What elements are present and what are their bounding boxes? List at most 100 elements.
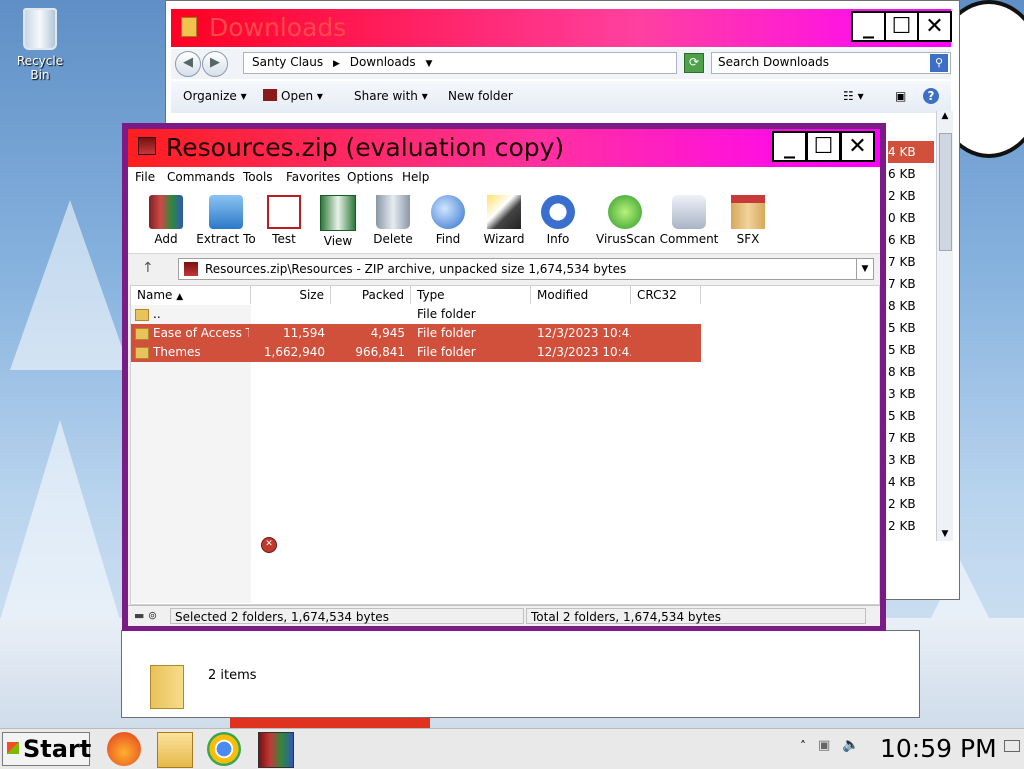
table-row[interactable]: Themes 1,662,940 966,841 File folder 12/… (131, 343, 701, 362)
network-icon[interactable]: ▣ (818, 738, 830, 753)
windows-logo-icon (7, 742, 19, 754)
packed-size: 4,945 (370, 326, 405, 340)
close-button[interactable]: ✕ (840, 131, 875, 162)
winrar-taskbar-icon[interactable] (258, 732, 294, 768)
address-bar[interactable]: Santy Claus ▶ Downloads ▼ (243, 52, 677, 74)
info-button[interactable]: Info (528, 195, 588, 246)
column-header-crc32[interactable]: CRC32 (631, 286, 701, 304)
test-button[interactable]: Test (254, 195, 314, 246)
modified-date: 12/3/2023 10:4... (537, 326, 631, 340)
file-size: 11,594 (283, 326, 325, 340)
sfx-button[interactable]: SFX (718, 195, 778, 246)
trash-icon (376, 195, 410, 229)
file-size: 6 KB (888, 167, 916, 181)
file-size: 6 KB (888, 233, 916, 247)
archive-path-field[interactable]: Resources.zip\Resources - ZIP archive, u… (178, 258, 874, 280)
maximize-button[interactable]: ☐ (884, 11, 919, 42)
explorer-details-pane: 2 items (121, 630, 920, 718)
share-with-menu[interactable]: Share with ▾ (354, 89, 428, 103)
menu-options[interactable]: Options (347, 170, 393, 184)
winrar-title-bar[interactable]: Resources.zip (evaluation copy) _ ☐ ✕ (128, 129, 880, 167)
winrar-menu-bar: File Commands Tools Favorites Options He… (128, 167, 880, 189)
table-row[interactable]: .. File folder (131, 305, 701, 324)
folder-icon (135, 328, 149, 340)
chevron-down-icon[interactable]: ▼ (425, 59, 432, 69)
delete-button[interactable]: Delete (363, 195, 423, 246)
find-button[interactable]: Find (418, 195, 478, 246)
file-type: File folder (417, 326, 476, 340)
column-header-packed[interactable]: Packed (331, 286, 411, 304)
maximize-button[interactable]: ☐ (806, 131, 841, 162)
file-size-column: 4 KB 6 KB 2 KB 0 KB 6 KB 7 KB 7 KB 8 KB … (888, 141, 934, 537)
file-size: 7 KB (888, 255, 916, 269)
file-size: 0 KB (888, 211, 916, 225)
view-button[interactable]: View (308, 195, 368, 248)
file-size: 2 KB (888, 519, 916, 533)
magic-wand-icon (487, 195, 521, 229)
book-icon (320, 195, 356, 231)
organize-menu[interactable]: Organize ▾ (183, 89, 247, 103)
comment-icon (672, 195, 706, 229)
virusscan-button[interactable]: VirusScan (596, 195, 655, 246)
breadcrumb-item[interactable]: Downloads (350, 55, 416, 69)
preview-pane-icon[interactable]: ▣ (895, 89, 906, 103)
firefox-icon[interactable] (107, 732, 141, 766)
explorer-title-bar[interactable]: Downloads _ ☐ ✕ (171, 9, 952, 47)
menu-tools[interactable]: Tools (243, 170, 273, 184)
system-clock[interactable]: 10:59 PM (880, 734, 997, 763)
close-circle-icon[interactable]: ✕ (261, 537, 277, 553)
archive-path: Resources.zip\Resources - ZIP archive, u… (205, 262, 627, 276)
file-name: Themes (153, 345, 201, 359)
explorer-address-row: ◀ ▶ Santy Claus ▶ Downloads ▼ ⟳ Search D… (171, 49, 951, 79)
view-options-icon[interactable]: ☷ ▾ (843, 89, 864, 103)
file-size: 8 KB (888, 299, 916, 313)
folder-icon (135, 347, 149, 359)
menu-file[interactable]: File (135, 170, 155, 184)
search-input[interactable]: Search Downloads ⚲ (711, 52, 951, 74)
column-header-size[interactable]: Size (251, 286, 331, 304)
minimize-button[interactable]: _ (772, 131, 807, 162)
file-size: 8 KB (888, 365, 916, 379)
open-menu[interactable]: Open ▾ (263, 89, 323, 103)
minimize-button[interactable]: _ (851, 11, 886, 42)
vertical-scrollbar[interactable]: ▲ ▼ (936, 111, 953, 541)
wizard-button[interactable]: Wizard (474, 195, 534, 246)
comment-button[interactable]: Comment (658, 195, 720, 246)
taskbar: Start ˄ ▣ 🔈 10:59 PM (0, 728, 1024, 769)
notification-icon[interactable] (1004, 740, 1020, 752)
up-arrow-icon[interactable]: ↑ (142, 260, 154, 276)
breadcrumb-item[interactable]: Santy Claus (252, 55, 323, 69)
column-header-modified[interactable]: Modified (531, 286, 631, 304)
chrome-icon[interactable] (207, 732, 241, 766)
scroll-down-icon[interactable]: ▼ (937, 529, 953, 539)
scroll-up-icon[interactable]: ▲ (937, 111, 953, 121)
add-button[interactable]: Add (136, 195, 196, 246)
column-header-type[interactable]: Type (411, 286, 531, 304)
chevron-up-icon[interactable]: ˄ (800, 739, 806, 753)
scroll-thumb[interactable] (939, 133, 952, 251)
menu-favorites[interactable]: Favorites (286, 170, 340, 184)
file-explorer-icon[interactable] (157, 732, 193, 768)
winrar-path-row: ↑ Resources.zip\Resources - ZIP archive,… (128, 255, 880, 283)
close-button[interactable]: ✕ (917, 11, 952, 42)
extract-to-button[interactable]: Extract To (194, 195, 258, 246)
refresh-icon[interactable]: ⟳ (684, 53, 704, 73)
forward-button[interactable]: ▶ (202, 51, 228, 77)
volume-icon[interactable]: 🔈 (842, 737, 859, 753)
column-header-name[interactable]: Name ▲ (131, 286, 251, 304)
file-size: 2 KB (888, 189, 916, 203)
file-size: 7 KB (888, 431, 916, 445)
table-row[interactable]: Ease of Access T... 11,594 4,945 File fo… (131, 324, 701, 343)
menu-commands[interactable]: Commands (167, 170, 235, 184)
item-count: 2 items (208, 668, 257, 683)
new-folder-button[interactable]: New folder (448, 89, 513, 103)
recycle-bin-desktop-icon[interactable]: Recycle Bin (6, 8, 74, 82)
chevron-down-icon[interactable]: ▼ (856, 259, 873, 279)
start-button[interactable]: Start (2, 732, 91, 766)
winrar-status-bar: ▬ ⊚ Selected 2 folders, 1,674,534 bytes … (128, 605, 880, 626)
back-button[interactable]: ◀ (175, 51, 201, 77)
explorer-title: Downloads (209, 13, 347, 42)
menu-help[interactable]: Help (402, 170, 429, 184)
search-icon[interactable]: ⚲ (930, 54, 948, 72)
help-icon[interactable]: ? (923, 88, 939, 104)
